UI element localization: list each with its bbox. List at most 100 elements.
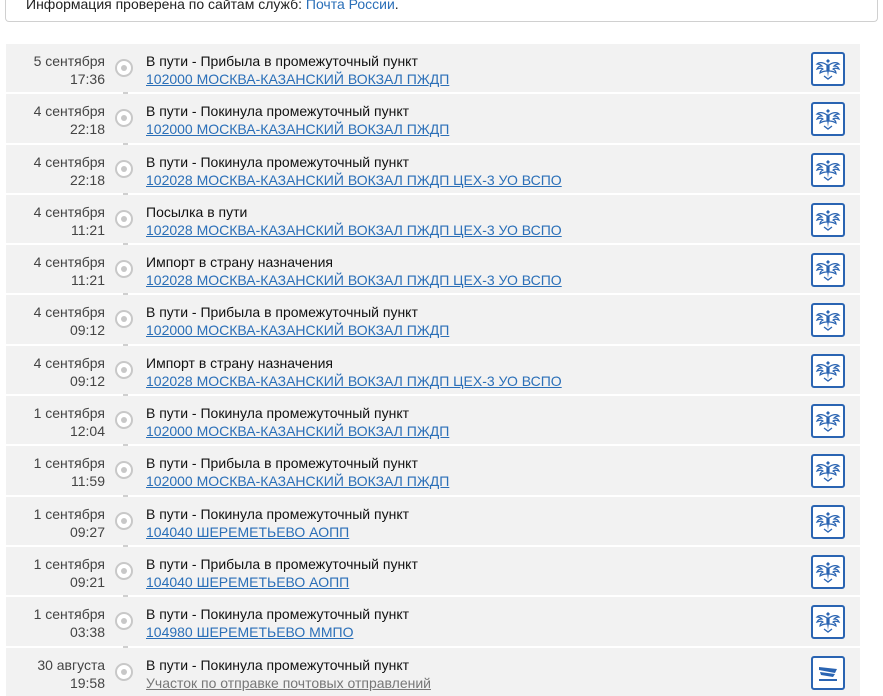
event-location-link[interactable]: 102000 МОСКВА-КАЗАНСКИЙ ВОКЗАЛ ПЖДП (146, 422, 449, 440)
timeline-dot (115, 561, 133, 580)
event-datetime: 4 сентября 22:18 (6, 153, 105, 189)
service-logo[interactable] (811, 655, 845, 690)
service-logo[interactable] (811, 152, 845, 187)
event-time: 03:38 (69, 624, 105, 641)
russian-post-eagle-icon (815, 59, 841, 80)
timeline-dot (115, 109, 133, 128)
tracking-event: 4 сентября 09:12 Импорт в страну назначе… (6, 345, 860, 395)
event-time: 22:18 (69, 171, 105, 188)
event-datetime: 1 сентября 12:04 (6, 404, 105, 440)
event-time: 09:12 (69, 322, 105, 339)
service-logo[interactable] (811, 253, 845, 288)
event-location-link[interactable]: 104980 ШЕРЕМЕТЬЕВО ММПО (146, 623, 353, 641)
event-date: 4 сентября (33, 354, 105, 371)
event-time: 11:21 (71, 221, 105, 238)
russian-post-eagle-icon (815, 561, 841, 583)
russian-post-eagle-icon (815, 260, 841, 281)
event-status: В пути - Покинула промежуточный пункт (146, 606, 410, 623)
info-text: Информация проверена по сайтам служб: По… (26, 0, 399, 12)
event-date: 4 сентября (33, 203, 105, 220)
service-link[interactable]: Почта России (306, 0, 395, 12)
event-datetime: 4 сентября 09:12 (6, 303, 105, 339)
event-status: В пути - Покинула промежуточный пункт (146, 405, 410, 422)
event-location-link[interactable]: 102000 МОСКВА-КАЗАНСКИЙ ВОКЗАЛ ПЖДП (146, 70, 449, 88)
event-status: В пути - Покинула промежуточный пункт (146, 656, 410, 673)
event-time: 22:18 (69, 121, 105, 138)
event-status: Посылка в пути (146, 203, 248, 220)
event-time: 09:21 (69, 573, 105, 590)
event-status: В пути - Прибыла в промежуточный пункт (146, 53, 418, 69)
service-logo[interactable] (811, 52, 845, 86)
tracking-event: 4 сентября 11:21 Импорт в страну назначе… (6, 245, 860, 294)
event-datetime: 1 сентября 11:59 (6, 454, 105, 490)
info-suffix: . (394, 0, 399, 12)
event-status: В пути - Прибыла в промежуточный пункт (146, 455, 418, 472)
event-location-link[interactable]: 102028 МОСКВА-КАЗАНСКИЙ ВОКЗАЛ ПЖДП ЦЕХ-… (146, 221, 562, 239)
tracking-history: 5 сентября 17:36 В пути - Прибыла в пром… (6, 44, 860, 696)
event-location-link[interactable]: 102028 МОСКВА-КАЗАНСКИЙ ВОКЗАЛ ПЖДП ЦЕХ-… (146, 271, 562, 289)
event-location-link[interactable]: 104040 ШЕРЕМЕТЬЕВО АОПП (146, 573, 349, 591)
russian-post-eagle-icon (815, 411, 841, 432)
event-time: 12:04 (69, 423, 105, 440)
event-location-link[interactable]: 102028 МОСКВА-КАЗАНСКИЙ ВОКЗАЛ ПЖДП ЦЕХ-… (146, 372, 562, 390)
event-date: 5 сентября (33, 53, 105, 69)
event-datetime: 4 сентября 09:12 (6, 354, 105, 390)
tracking-event: 1 сентября 09:27 В пути - Покинула проме… (6, 496, 860, 545)
service-logo[interactable] (811, 102, 845, 137)
tracking-event: 4 сентября 22:18 В пути - Покинула проме… (6, 144, 860, 193)
tracking-event: 1 сентября 09:21 В пути - Прибыла в пром… (6, 546, 860, 596)
event-date: 4 сентября (33, 254, 105, 271)
service-logo[interactable] (811, 454, 845, 489)
event-location-link[interactable]: 104040 ШЕРЕМЕТЬЕВО АОПП (146, 523, 349, 541)
service-logo[interactable] (811, 353, 845, 388)
event-location-link[interactable]: 102000 МОСКВА-КАЗАНСКИЙ ВОКЗАЛ ПЖДП (146, 472, 449, 490)
timeline-dot (115, 159, 133, 178)
event-date: 1 сентября (33, 455, 105, 472)
event-datetime: 30 августа 19:58 (6, 656, 105, 692)
event-location-link[interactable]: 102000 МОСКВА-КАЗАНСКИЙ ВОКЗАЛ ПЖДП (146, 120, 449, 138)
event-location-link[interactable]: 102028 МОСКВА-КАЗАНСКИЙ ВОКЗАЛ ПЖДП ЦЕХ-… (146, 171, 562, 189)
russian-post-eagle-icon (815, 461, 841, 483)
event-datetime: 1 сентября 09:21 (6, 555, 105, 591)
event-date: 4 сентября (33, 304, 105, 321)
event-status: В пути - Прибыла в промежуточный пункт (146, 304, 418, 321)
tracking-event: 1 сентября 12:04 В пути - Покинула проме… (6, 396, 860, 445)
event-location: Участок по отправке почтовых отправлений (146, 674, 431, 691)
russian-post-eagle-icon (815, 159, 841, 181)
event-date: 1 сентября (33, 606, 105, 623)
event-location-link[interactable]: 102000 МОСКВА-КАЗАНСКИЙ ВОКЗАЛ ПЖДП (146, 321, 449, 339)
event-time: 11:59 (71, 473, 105, 490)
info-bar: Информация проверена по сайтам служб: По… (5, 0, 878, 22)
timeline-dot (115, 612, 133, 631)
service-logo[interactable] (811, 202, 845, 237)
kazpost-icon (819, 666, 837, 681)
timeline-dot (115, 662, 133, 681)
tracking-event: 4 сентября 22:18 В пути - Покинула проме… (6, 94, 860, 143)
event-time: 11:21 (71, 272, 105, 289)
service-logo[interactable] (811, 303, 845, 338)
event-date: 30 августа (37, 656, 105, 673)
tracking-event: 1 сентября 03:38 В пути - Покинула проме… (6, 597, 860, 646)
event-date: 1 сентября (33, 555, 105, 572)
service-logo[interactable] (811, 605, 845, 640)
timeline-dot (115, 59, 133, 77)
event-time: 09:27 (69, 523, 105, 540)
event-datetime: 5 сентября 17:36 (6, 52, 105, 88)
event-status: В пути - Покинула промежуточный пункт (146, 103, 410, 120)
service-logo[interactable] (811, 404, 845, 439)
tracking-event: 4 сентября 09:12 В пути - Прибыла в пром… (6, 295, 860, 344)
russian-post-eagle-icon (815, 511, 841, 533)
service-logo[interactable] (811, 554, 845, 589)
info-prefix: Информация проверена по сайтам служб: (26, 0, 302, 12)
event-datetime: 1 сентября 09:27 (6, 505, 105, 541)
russian-post-eagle-icon (815, 310, 841, 332)
tracking-event: 30 августа 19:58 В пути - Покинула проме… (6, 647, 860, 696)
timeline-dot (115, 260, 133, 279)
event-time: 19:58 (69, 674, 105, 691)
service-logo[interactable] (811, 504, 845, 539)
timeline-dot (115, 360, 133, 379)
timeline-dot (115, 209, 133, 228)
russian-post-eagle-icon (815, 612, 841, 634)
timeline-dot (115, 461, 133, 480)
event-date: 1 сентября (33, 505, 105, 522)
